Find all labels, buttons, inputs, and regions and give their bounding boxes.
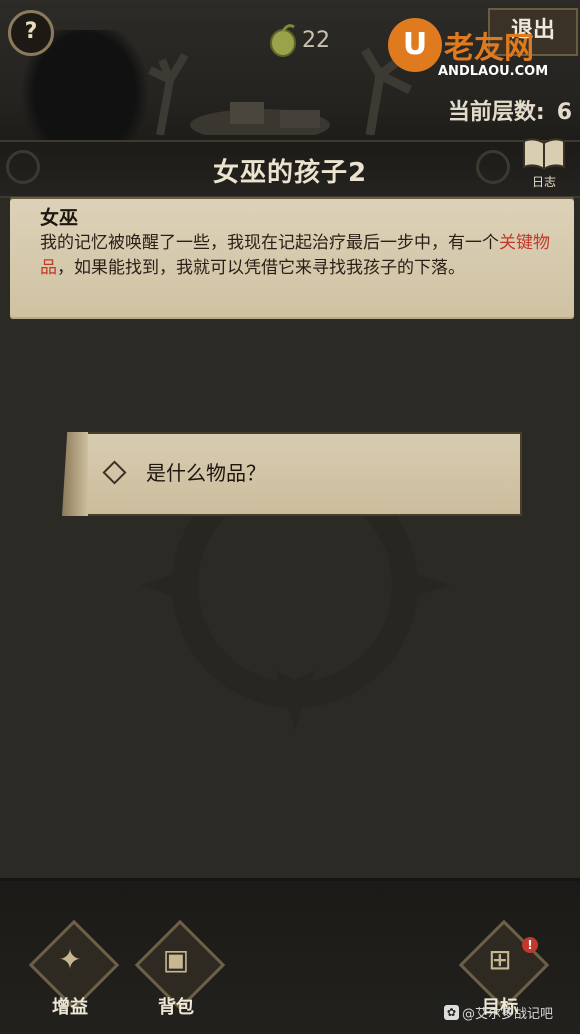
logo-text: 老友网 — [444, 31, 534, 66]
buff-icon: ✦ — [58, 943, 82, 976]
journal-button[interactable]: 日志 — [518, 137, 570, 189]
dialog-text: 我的记忆被唤醒了一些，我现在记起治疗最后一步中，有一个关键物品，如果能找到，我就… — [40, 231, 550, 281]
dialog-text-part2: ，如果能找到，我就可以凭借它来寻找我孩子的下落。 — [57, 258, 465, 278]
buff-label: 增益 — [52, 997, 88, 1018]
source-watermark: ✿ @艾尔多战记吧 — [444, 1003, 553, 1022]
watermark-text: @艾尔多战记吧 — [462, 1007, 554, 1022]
journal-label: 日志 — [531, 175, 556, 189]
seed-icon — [270, 24, 296, 57]
floor-label: 当前层数: — [447, 100, 545, 125]
dialog-text-part1: 我的记忆被唤醒了一些，我现在记起治疗最后一步中，有一个 — [40, 233, 499, 253]
buff-button[interactable]: ✦ 增益 — [28, 919, 120, 1025]
book-icon — [523, 138, 565, 171]
dialog-panel: 女巫 我的记忆被唤醒了一些，我现在记起治疗最后一步中，有一个关键物品，如果能找到… — [10, 197, 574, 319]
help-button[interactable]: ? — [8, 10, 54, 56]
scroll-edge — [62, 432, 88, 516]
paw-icon: ✿ — [444, 1005, 459, 1020]
choice-label: 是什么物品？ — [146, 461, 266, 485]
bag-button[interactable]: ▣ 背包 — [134, 919, 226, 1025]
floor-value: 6 — [556, 100, 572, 125]
dialog-choice[interactable]: 是什么物品？ — [62, 432, 522, 516]
speaker-name: 女巫 — [40, 207, 79, 229]
event-title-bar: 女巫的孩子2 — [0, 140, 580, 198]
bag-label: 背包 — [158, 997, 194, 1018]
logo-subtext: ANDLAOU.COM — [438, 64, 549, 79]
choice-bullet-icon — [102, 460, 127, 485]
goal-alert-badge: ! — [522, 937, 538, 953]
event-title: 女巫的孩子2 — [212, 158, 368, 188]
logo-icon: U — [388, 18, 442, 72]
floor-indicator: 当前层数: 6 — [448, 94, 572, 126]
currency-value: 22 — [302, 27, 330, 53]
backpack-icon: ▣ — [162, 943, 190, 976]
seed-currency: 22 — [268, 22, 330, 58]
